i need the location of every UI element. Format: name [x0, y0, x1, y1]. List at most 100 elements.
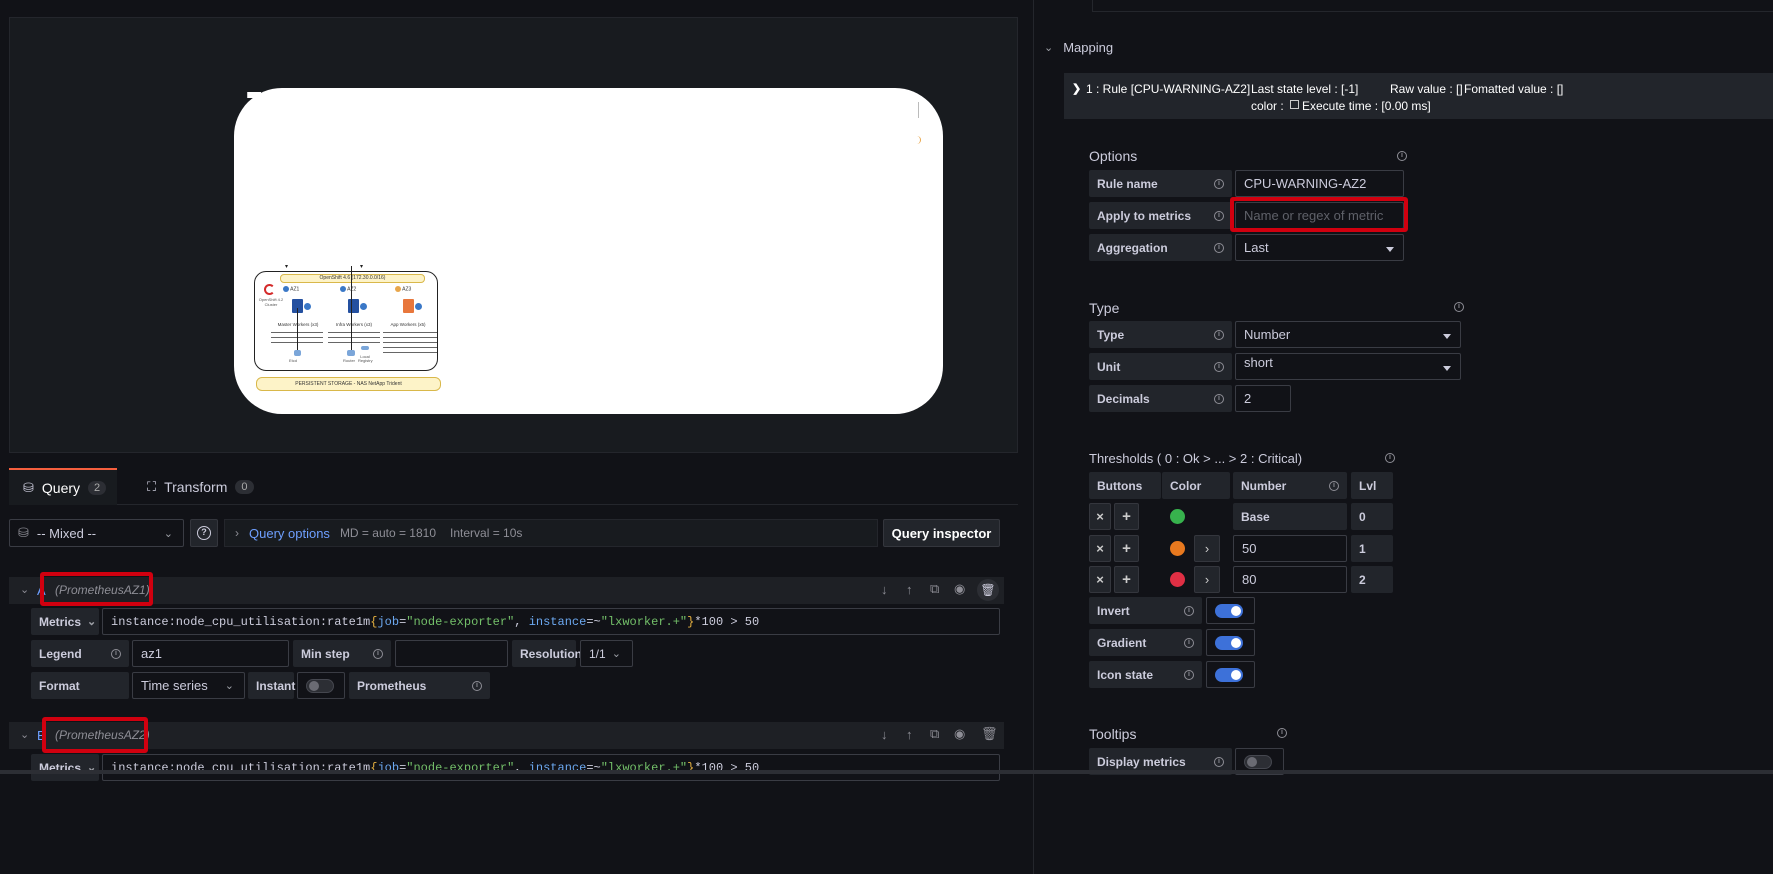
min-step-input[interactable]: [395, 640, 508, 667]
gradient-toggle[interactable]: [1215, 635, 1243, 650]
query-a-header: ⌄ A (PrometheusAZ1) ↓ ↑ ⧉ ◉ 🗑: [9, 577, 1004, 604]
collapse-icon[interactable]: ⌄: [20, 728, 29, 741]
openshift-logo: [264, 284, 275, 295]
display-metrics-toggle[interactable]: [1244, 754, 1272, 769]
remove-threshold-button[interactable]: ×: [1089, 535, 1111, 562]
help-button[interactable]: ?: [190, 519, 218, 547]
datasource-picker[interactable]: ⛁ -- Mixed -- ⌄: [9, 519, 184, 547]
type-title: Type: [1089, 300, 1120, 316]
eye-icon[interactable]: ◉: [954, 581, 965, 597]
duplicate-icon[interactable]: ⧉: [930, 581, 939, 597]
remove-threshold-button[interactable]: ×: [1089, 503, 1111, 530]
tab-query-count: 2: [88, 480, 107, 495]
resolution-select[interactable]: 1/1 ⌄: [580, 640, 633, 667]
duplicate-icon[interactable]: ⧉: [930, 726, 939, 742]
tab-transform-count: 0: [235, 479, 254, 494]
trash-icon[interactable]: 🗑: [981, 726, 998, 742]
instant-toggle[interactable]: [306, 678, 334, 693]
collapse-icon[interactable]: ⌄: [20, 583, 29, 596]
invert-label: Invert i: [1089, 597, 1202, 624]
query-inspector-button[interactable]: Query inspector: [883, 519, 1000, 547]
threshold-lvl-0: 0: [1351, 503, 1393, 530]
threshold-color-dot[interactable]: [1170, 572, 1185, 587]
tab-query[interactable]: ⛁ Query 2: [9, 468, 117, 505]
info-icon: i: [1385, 453, 1395, 463]
decimals-input[interactable]: 2: [1235, 385, 1291, 412]
remove-threshold-button[interactable]: ×: [1089, 566, 1111, 593]
threshold-color-1[interactable]: [1162, 535, 1197, 562]
threshold-color-dot[interactable]: [1170, 541, 1185, 556]
invert-toggle[interactable]: [1215, 603, 1243, 618]
query-options-bar[interactable]: › Query options MD = auto = 1810 Interva…: [224, 519, 878, 547]
add-threshold-button[interactable]: +: [1114, 535, 1139, 562]
threshold-number-2[interactable]: 80: [1233, 566, 1347, 593]
eye-icon[interactable]: ◉: [954, 726, 965, 742]
storage-bar: PERSISTENT STORAGE - NAS NetApp Trident: [256, 377, 441, 391]
legend-input[interactable]: az1: [132, 640, 289, 667]
info-icon: i: [1214, 210, 1224, 221]
type-label: Type i: [1089, 321, 1232, 348]
metrics-query-input-a[interactable]: instance:node_cpu_utilisation:rate1m{job…: [102, 608, 1000, 635]
query-tabs-bar: ⛁ Query 2 ⛶ Transform 0: [9, 468, 1018, 505]
tab-query-label: Query: [41, 479, 81, 496]
mapping-section-header[interactable]: ⌄ Mapping: [1044, 40, 1113, 55]
rule-color-label: color :: [1251, 99, 1284, 113]
add-threshold-button[interactable]: +: [1114, 503, 1139, 530]
diagram-canvas: OpenShift 4.6 (172.30.0.0/16) OpenShift …: [234, 88, 943, 414]
bottom-edge: [0, 770, 1773, 774]
add-threshold-button[interactable]: +: [1114, 566, 1139, 593]
rule-header[interactable]: ❯ 1 : Rule [CPU-WARNING-AZ2] Last state …: [1064, 73, 1773, 119]
rule-name-input[interactable]: CPU-WARNING-AZ2: [1235, 170, 1404, 197]
col-lvl-header: Lvl: [1351, 472, 1393, 499]
trash-icon[interactable]: 🗑: [977, 579, 999, 601]
info-icon: i: [1214, 178, 1224, 189]
format-select[interactable]: Time series ⌄: [132, 672, 245, 699]
info-icon: i: [1329, 480, 1339, 491]
unit-label: Unit i: [1089, 353, 1232, 380]
aggregation-select[interactable]: Last: [1235, 234, 1404, 261]
highlight-query-b-datasource: [42, 717, 148, 753]
move-up-icon[interactable]: ↑: [906, 582, 913, 597]
move-down-icon[interactable]: ↓: [881, 727, 888, 742]
query-token: "lxworker.+": [600, 614, 688, 629]
info-icon: i: [111, 648, 121, 659]
threshold-expand-button[interactable]: ›: [1194, 535, 1220, 562]
transform-icon: ⛶: [147, 478, 157, 494]
cluster-title: OpenShift 4.6 (172.30.0.0/16): [280, 274, 425, 283]
connector-line-2: [297, 308, 298, 350]
metrics-label-b[interactable]: Metrics ⌄: [31, 754, 99, 781]
decimals-label: Decimals i: [1089, 385, 1232, 412]
metrics-label-a[interactable]: Metrics ⌄: [31, 608, 99, 635]
instant-label: Instant: [248, 672, 295, 699]
host-list-infra: [328, 330, 380, 346]
col-buttons-header: Buttons: [1089, 472, 1161, 499]
highlight-apply-to-metrics: [1230, 197, 1408, 232]
threshold-expand-button[interactable]: ›: [1194, 566, 1220, 593]
query-token: instance: [528, 614, 587, 629]
infra-node-badge: [360, 303, 367, 310]
chevron-down-icon: ⌄: [1044, 42, 1054, 54]
rule-raw-value: Raw value : []: [1390, 82, 1463, 96]
type-select[interactable]: Number: [1235, 321, 1461, 348]
app-node-badge: [415, 303, 422, 310]
chevron-down-icon: ⌄: [163, 527, 173, 540]
threshold-color-dot[interactable]: [1170, 509, 1185, 524]
threshold-lvl-1: 1: [1351, 535, 1393, 562]
metrics-query-input-b[interactable]: instance:node_cpu_utilisation:rate1m{job…: [102, 754, 1000, 781]
icon-state-toggle[interactable]: [1215, 667, 1243, 682]
arrow-down-2: ▾: [360, 264, 364, 270]
move-up-icon[interactable]: ↑: [906, 727, 913, 742]
tab-transform[interactable]: ⛶ Transform 0: [137, 468, 255, 505]
diagram-mark: [247, 92, 261, 98]
move-down-icon[interactable]: ↓: [881, 582, 888, 597]
highlight-query-a-datasource: [40, 572, 153, 606]
chevron-right-icon: ›: [235, 526, 239, 540]
threshold-color-2[interactable]: [1162, 566, 1197, 593]
query-expression-a: instance:node_cpu_utilisation:rate1m{job…: [111, 615, 759, 629]
query-token: =~: [586, 614, 601, 629]
threshold-color-0[interactable]: [1162, 503, 1230, 530]
unit-select[interactable]: short: [1235, 353, 1461, 380]
threshold-number-1[interactable]: 50: [1233, 535, 1347, 562]
format-label: Format: [31, 672, 129, 699]
az2-label: AZ2: [340, 286, 356, 292]
